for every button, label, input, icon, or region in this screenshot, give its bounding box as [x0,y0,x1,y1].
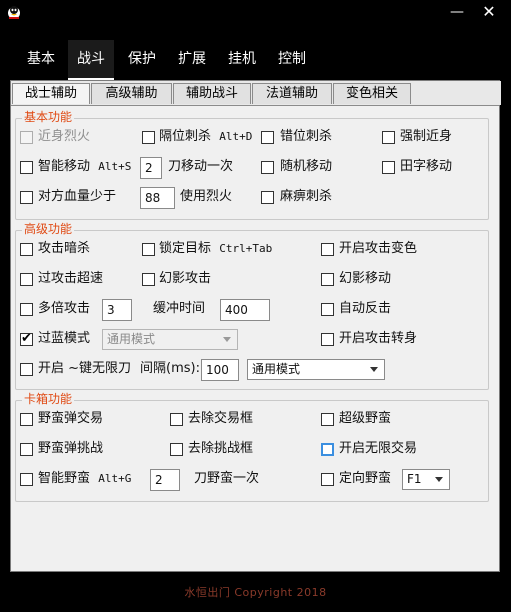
label-skip-slash: 隔位刺杀 Alt+D [159,129,253,144]
checkbox-close-range-fire[interactable] [20,131,33,144]
input-buffer-time[interactable]: 400 [220,299,270,321]
subtab-color-change[interactable]: 变色相关 [333,83,411,104]
label-phantom-move: 幻影移动 [339,271,392,286]
label-overblue-mode: 过蓝模式 [38,331,91,346]
group-card: 卡箱功能 野蛮弹交易 去除交易框 超级野蛮 野蛮弹挑战 去除挑战框 开启无限交易… [15,392,489,502]
label-grid-move: 田字移动 [400,159,453,174]
checkbox-smart-savage[interactable] [20,473,33,486]
label-attack-turn: 开启攻击转身 [339,331,418,346]
subtab-combat-assist[interactable]: 辅助战斗 [173,83,251,104]
input-multiplier[interactable]: 3 [102,299,132,321]
chevron-down-icon [223,337,231,342]
checkbox-super-savage[interactable] [321,413,334,426]
footer-copyright: 水恒出门 Copyright 2018 [184,586,327,599]
checkbox-smart-move[interactable] [20,161,33,174]
label-directional-savage: 定向野蛮 [339,471,392,486]
label-unlimited-blade: 开启 ~键无限刀 [38,361,132,376]
label-savage-challenge: 野蛮弹挑战 [38,441,104,456]
label-enemy-hp-below: 对方血量少于 [38,189,117,204]
label-close-range-fire: 近身烈火 [38,129,91,144]
label-remove-trade-box: 去除交易框 [188,411,254,426]
label-auto-counter: 自动反击 [339,301,392,316]
select-unlimited-blade-mode[interactable]: 通用模式 [247,359,385,380]
checkbox-auto-counter[interactable] [321,303,334,316]
label-multi-attack: 多倍攻击 [38,301,91,316]
checkbox-remove-trade-box[interactable] [170,413,183,426]
tab-body: 基本功能 近身烈火 隔位刺杀 Alt+D 错位刺杀 强制近身 智能移动 Alt+… [11,105,499,571]
menu-protect[interactable]: 保护 [120,40,164,80]
label-remove-challenge-box: 去除挑战框 [188,441,254,456]
checkbox-unlimited-blade[interactable] [20,363,33,376]
menu-basic[interactable]: 基本 [20,40,62,80]
label-attack-stealth: 攻击暗杀 [38,241,91,256]
select-overblue-mode[interactable]: 通用模式 [102,329,238,350]
input-savage-blades[interactable]: 2 [150,469,180,491]
label-blade-move-once: 刀移动一次 [168,159,234,174]
checkbox-savage-trade[interactable] [20,413,33,426]
group-basic-title: 基本功能 [22,110,75,124]
label-attack-color-change: 开启攻击变色 [339,241,418,256]
label-force-close: 强制近身 [400,129,453,144]
label-random-move: 随机移动 [280,159,333,174]
subtab-bar: 战士辅助 高级辅助 辅助战斗 法道辅助 变色相关 [11,81,501,105]
label-phantom-attack: 幻影攻击 [159,271,212,286]
checkbox-lock-target[interactable] [142,243,155,256]
label-super-savage: 超级野蛮 [339,411,392,426]
input-move-blades[interactable]: 2 [140,157,162,179]
label-savage-trade: 野蛮弹交易 [38,411,104,426]
checkbox-attack-overspeed[interactable] [20,273,33,286]
checkbox-savage-challenge[interactable] [20,443,33,456]
checkbox-offset-slash[interactable] [261,131,274,144]
label-attack-overspeed: 过攻击超速 [38,271,104,286]
group-advanced: 高级功能 攻击暗杀 锁定目标 Ctrl+Tab 开启攻击变色 过攻击超速 幻影攻… [15,222,489,390]
label-blade-savage-once: 刀野蛮一次 [194,471,260,486]
checkbox-skip-slash[interactable] [142,131,155,144]
checkbox-attack-turn[interactable] [321,333,334,346]
content-panel: 战士辅助 高级辅助 辅助战斗 法道辅助 变色相关 基本功能 近身烈火 隔位刺杀 … [10,80,501,572]
subtab-mage-taoist-assist[interactable]: 法道辅助 [252,83,332,104]
label-smart-move: 智能移动 Alt+S [38,159,132,174]
checkbox-random-move[interactable] [261,161,274,174]
chevron-down-icon [370,367,378,372]
app-icon [8,6,20,19]
input-interval[interactable]: 100 [201,359,239,381]
checkbox-unlimited-trade[interactable] [321,443,334,456]
label-unlimited-trade: 开启无限交易 [339,441,418,456]
checkbox-attack-stealth[interactable] [20,243,33,256]
close-button[interactable]: ✕ [478,2,500,22]
label-offset-slash: 错位刺杀 [280,129,333,144]
label-smart-savage: 智能野蛮 Alt+G [38,471,132,486]
checkbox-force-close[interactable] [382,131,395,144]
checkbox-enemy-hp-below[interactable] [20,191,33,204]
group-card-title: 卡箱功能 [22,392,75,406]
checkbox-attack-color-change[interactable] [321,243,334,256]
menu-combat[interactable]: 战斗 [68,40,114,80]
subtab-advanced-assist[interactable]: 高级辅助 [91,83,172,104]
checkbox-multi-attack[interactable] [20,303,33,316]
group-basic: 基本功能 近身烈火 隔位刺杀 Alt+D 错位刺杀 强制近身 智能移动 Alt+… [15,110,489,220]
chevron-down-icon [435,477,443,482]
label-lock-target: 锁定目标 Ctrl+Tab [159,241,273,256]
label-buffer-time: 缓冲时间 [153,301,206,316]
checkbox-paralyze-slash[interactable] [261,191,274,204]
select-function-key[interactable]: F1 [402,469,450,490]
menu-control[interactable]: 控制 [270,40,314,80]
checkbox-directional-savage[interactable] [321,473,334,486]
minimize-button[interactable]: — [446,2,468,22]
input-hp-threshold[interactable]: 88 [140,187,175,209]
label-use-fire: 使用烈火 [180,189,233,204]
label-interval: 间隔(ms): [140,361,200,376]
group-advanced-title: 高级功能 [22,222,75,236]
subtab-warrior-assist[interactable]: 战士辅助 [12,83,90,104]
checkbox-remove-challenge-box[interactable] [170,443,183,456]
checkbox-phantom-move[interactable] [321,273,334,286]
menu-extend[interactable]: 扩展 [170,40,214,80]
title-bar: — ✕ [0,0,511,24]
top-menu: 基本 战斗 保护 扩展 挂机 控制 [0,40,511,80]
label-paralyze-slash: 麻痹刺杀 [280,189,333,204]
checkbox-overblue-mode[interactable] [20,331,33,346]
checkbox-grid-move[interactable] [382,161,395,174]
menu-autohunt[interactable]: 挂机 [220,40,264,80]
checkbox-phantom-attack[interactable] [142,273,155,286]
